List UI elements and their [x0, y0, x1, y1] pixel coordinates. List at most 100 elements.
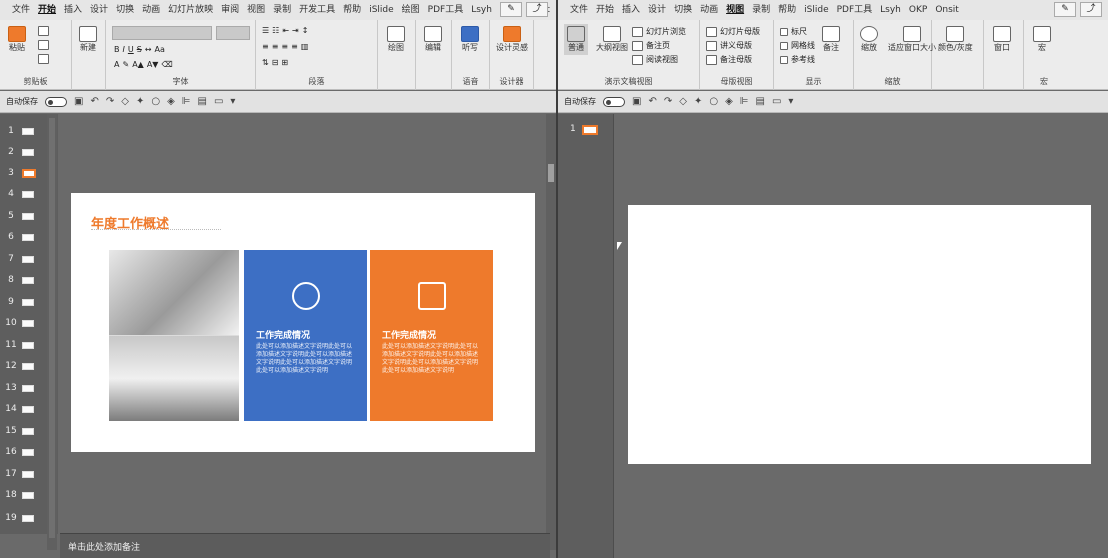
customize-qat-icon[interactable]: ▾: [788, 96, 793, 107]
comments-icon[interactable]: ✎: [1054, 2, 1076, 17]
autosave-toggle[interactable]: [45, 96, 67, 107]
normal-view-button[interactable]: 普通: [564, 24, 588, 55]
notes-pane[interactable]: 单击此处添加备注: [60, 533, 550, 558]
char-spacing-button[interactable]: ↔: [145, 45, 152, 54]
format-qat-icon[interactable]: ✦: [694, 96, 702, 107]
oval-qat-icon[interactable]: ○: [709, 96, 718, 107]
change-case-button[interactable]: Aa: [155, 45, 165, 54]
arrange-qat-icon[interactable]: ▤: [197, 96, 206, 107]
decrease-indent-icon[interactable]: ⇤: [282, 26, 289, 35]
columns-icon[interactable]: ▥: [301, 42, 309, 51]
zoom-button[interactable]: 缩放: [860, 26, 878, 53]
tab-okp[interactable]: OKP: [905, 0, 931, 20]
tab-record[interactable]: 录制: [748, 0, 774, 20]
shapes-qat-icon[interactable]: ◇: [679, 96, 687, 107]
undo-icon[interactable]: ↶: [90, 96, 98, 107]
tab-pdf[interactable]: PDF工具: [424, 0, 468, 20]
strikethrough-button[interactable]: S: [137, 45, 142, 54]
justify-icon[interactable]: ≡: [291, 42, 298, 51]
tab-transitions[interactable]: 切换: [670, 0, 696, 20]
blue-content-card[interactable]: 工作完成情况 此处可以添加描述文字说明此处可以添加描述文字说明此处可以添加描述文…: [244, 250, 367, 421]
grayscale-button[interactable]: 颜色/灰度: [938, 26, 973, 53]
blank-slide-canvas[interactable]: [628, 205, 1091, 464]
slide-master-button[interactable]: 幻灯片母版: [706, 26, 760, 37]
share-icon[interactable]: ⤴: [526, 2, 548, 17]
tab-islide[interactable]: iSlide: [365, 0, 397, 20]
outline-qat-icon[interactable]: ▭: [772, 96, 781, 107]
thumbnail-scrollbar[interactable]: [47, 114, 57, 550]
grow-font-icon[interactable]: A▲: [132, 60, 144, 69]
font-color-icon[interactable]: A: [114, 60, 119, 69]
save-icon[interactable]: ▣: [74, 96, 83, 107]
tab-design[interactable]: 设计: [86, 0, 112, 20]
italic-button[interactable]: I: [123, 45, 125, 54]
redo-icon[interactable]: ↷: [106, 96, 114, 107]
cut-button[interactable]: [38, 26, 49, 36]
font-name-select[interactable]: [112, 26, 212, 40]
tab-onsit[interactable]: Onsit: [931, 0, 963, 20]
guides-checkbox[interactable]: 参考线: [780, 54, 815, 65]
tab-design[interactable]: 设计: [644, 0, 670, 20]
bullets-icon[interactable]: ☰: [262, 26, 269, 35]
outline-qat-icon[interactable]: ▭: [214, 96, 223, 107]
design-ideas-button[interactable]: 设计灵感: [496, 26, 528, 53]
align-text-icon[interactable]: ⊟: [272, 58, 279, 67]
tab-draw[interactable]: 绘图: [398, 0, 424, 20]
tab-help[interactable]: 帮助: [339, 0, 365, 20]
tab-view[interactable]: 视图: [243, 0, 269, 20]
notes-page-button[interactable]: 备注页: [632, 40, 670, 51]
copy-button[interactable]: [38, 40, 49, 50]
gridlines-checkbox[interactable]: 网格线: [780, 40, 815, 51]
align-qat-icon[interactable]: ⊫: [740, 96, 749, 107]
customize-qat-icon[interactable]: ▾: [230, 96, 235, 107]
fill-qat-icon[interactable]: ◈: [725, 96, 733, 107]
orange-content-card[interactable]: 工作完成情况 此处可以添加描述文字说明此处可以添加描述文字说明此处可以添加描述文…: [370, 250, 493, 421]
arrange-qat-icon[interactable]: ▤: [755, 96, 764, 107]
dictate-button[interactable]: 听写: [461, 26, 479, 53]
notes-button[interactable]: 备注: [822, 26, 840, 53]
autosave-toggle[interactable]: [603, 96, 625, 107]
tab-record[interactable]: 录制: [269, 0, 295, 20]
tab-animations[interactable]: 动画: [138, 0, 164, 20]
handout-master-button[interactable]: 讲义母版: [706, 40, 752, 51]
numbering-icon[interactable]: ☷: [272, 26, 279, 35]
shrink-font-icon[interactable]: A▼: [147, 60, 159, 69]
oval-qat-icon[interactable]: ○: [151, 96, 160, 107]
align-right-icon[interactable]: ≡: [281, 42, 288, 51]
tab-view[interactable]: 视图: [722, 0, 748, 20]
line-spacing-icon[interactable]: ↕: [302, 26, 309, 35]
comments-icon[interactable]: ✎: [500, 2, 522, 17]
align-left-icon[interactable]: ≡: [262, 42, 269, 51]
notes-master-button[interactable]: 备注母版: [706, 54, 752, 65]
macros-button[interactable]: 宏: [1033, 26, 1051, 53]
outline-view-button[interactable]: 大纲视图: [596, 26, 628, 53]
current-slide-canvas[interactable]: 年度工作概述 工作完成情况 此处可以添加描述文字说明此处可以添加描述文字说明此处…: [71, 193, 535, 452]
paste-button[interactable]: 粘贴: [8, 26, 26, 53]
undo-icon[interactable]: ↶: [648, 96, 656, 107]
format-painter-button[interactable]: [38, 54, 49, 64]
tab-insert[interactable]: 插入: [618, 0, 644, 20]
slide-sorter-button[interactable]: 幻灯片浏览: [632, 26, 686, 37]
reading-view-button[interactable]: 阅读视图: [632, 54, 678, 65]
tab-slideshow[interactable]: 幻灯片放映: [164, 0, 217, 20]
slide-scrollbar[interactable]: [546, 114, 556, 550]
align-center-icon[interactable]: ≡: [272, 42, 279, 51]
tab-lsyh[interactable]: Lsyh: [467, 0, 496, 20]
highlight-icon[interactable]: ✎: [122, 60, 129, 69]
tab-lsyh[interactable]: Lsyh: [876, 0, 905, 20]
save-icon[interactable]: ▣: [632, 96, 641, 107]
share-icon[interactable]: ⤴: [1080, 2, 1102, 17]
text-direction-icon[interactable]: ⇅: [262, 58, 269, 67]
bold-button[interactable]: B: [114, 45, 120, 54]
redo-icon[interactable]: ↷: [664, 96, 672, 107]
clear-format-icon[interactable]: ⌫: [161, 60, 172, 69]
fit-window-button[interactable]: 适应窗口大小: [888, 26, 936, 53]
increase-indent-icon[interactable]: ⇥: [292, 26, 299, 35]
shapes-qat-icon[interactable]: ◇: [121, 96, 129, 107]
drawing-button[interactable]: 绘图: [387, 26, 405, 53]
architecture-photo[interactable]: [109, 250, 239, 421]
font-size-select[interactable]: [216, 26, 250, 40]
tab-animations[interactable]: 动画: [696, 0, 722, 20]
window-button[interactable]: 窗口: [993, 26, 1011, 53]
format-qat-icon[interactable]: ✦: [136, 96, 144, 107]
